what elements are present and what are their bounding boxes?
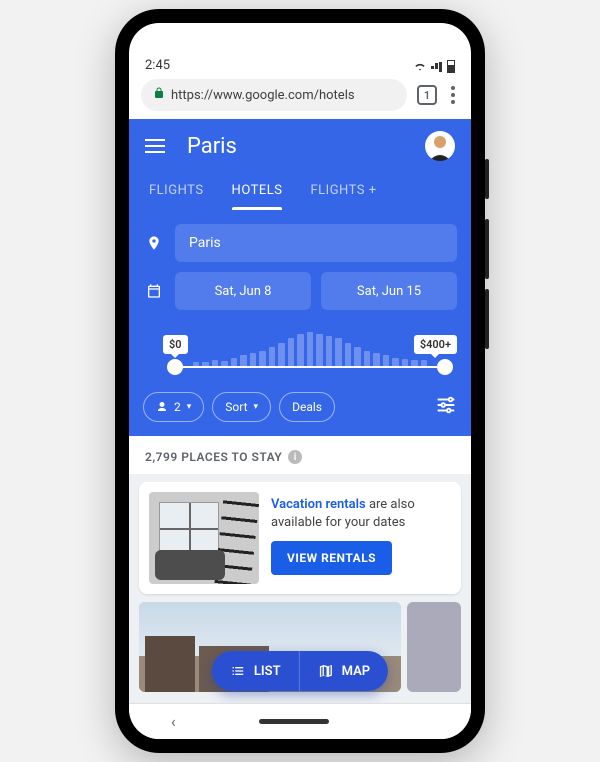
screen: 2:45 https://www.google.com/hotels 1 <box>129 23 471 739</box>
lock-icon <box>153 87 165 103</box>
destination-input[interactable]: Paris <box>175 224 457 262</box>
avatar[interactable] <box>425 131 455 161</box>
card-thumbnail <box>149 492 259 584</box>
category-tabs: FLIGHTS HOTELS FLIGHTS + HOTELS <box>129 173 471 210</box>
overflow-menu-icon[interactable] <box>447 86 459 104</box>
list-icon <box>230 663 246 679</box>
android-nav-bar: ‹ <box>129 703 471 739</box>
results-count: 2,799 PLACES TO STAY i <box>129 436 471 474</box>
search-panel: Paris Sat, Jun 8 Sat, Jun 15 <box>129 210 471 390</box>
tune-filters-icon[interactable] <box>435 394 457 420</box>
sort-chip[interactable]: Sort ▾ <box>212 392 271 422</box>
slider-min-label: $0 <box>163 335 188 354</box>
status-icons <box>413 60 455 73</box>
slider-handle-min[interactable] <box>167 359 183 375</box>
person-icon <box>156 401 168 413</box>
slider-max-label: $400+ <box>414 335 457 354</box>
card-text: Vacation rentals are also available for … <box>271 496 451 531</box>
volume-up-button <box>485 219 489 279</box>
status-time: 2:45 <box>145 58 170 73</box>
results-area: 2,799 PLACES TO STAY i Vacation rentals … <box>129 436 471 703</box>
signal-icon <box>431 62 443 72</box>
filter-chips: 2 ▾ Sort ▾ Deals <box>129 390 471 436</box>
phone-frame: 2:45 https://www.google.com/hotels 1 <box>115 9 485 753</box>
tab-flights-hotels[interactable]: FLIGHTS + HOTELS <box>296 173 378 210</box>
slider-track <box>171 366 449 368</box>
check-out-field[interactable]: Sat, Jun 15 <box>321 272 457 310</box>
check-in-field[interactable]: Sat, Jun 8 <box>175 272 311 310</box>
battery-icon <box>447 60 455 73</box>
price-histogram <box>193 332 427 366</box>
location-pin-icon <box>143 235 165 251</box>
map-view-button[interactable]: MAP <box>299 651 389 691</box>
chevron-down-icon: ▾ <box>187 402 192 412</box>
page-title: Paris <box>187 134 237 159</box>
browser-url-bar: https://www.google.com/hotels 1 <box>129 79 471 119</box>
view-rentals-button[interactable]: VIEW RENTALS <box>271 541 392 575</box>
hamburger-menu-icon[interactable] <box>145 139 165 153</box>
url-text: https://www.google.com/hotels <box>171 88 355 103</box>
map-icon <box>318 663 334 679</box>
vacation-rentals-card: Vacation rentals are also available for … <box>139 482 461 594</box>
price-slider[interactable]: $0 $400+ <box>171 320 449 380</box>
guests-chip[interactable]: 2 ▾ <box>143 392 204 422</box>
url-field[interactable]: https://www.google.com/hotels <box>141 79 407 111</box>
volume-down-button <box>485 289 489 349</box>
hotels-header: Paris FLIGHTS HOTELS FLIGHTS + HOTELS Pa… <box>129 119 471 436</box>
tab-count-button[interactable]: 1 <box>417 85 437 105</box>
wifi-icon <box>413 62 427 72</box>
status-bar: 2:45 <box>129 23 471 79</box>
view-toggle: LIST MAP <box>212 651 388 691</box>
power-button <box>485 159 489 199</box>
calendar-icon <box>143 283 165 299</box>
back-button[interactable]: ‹ <box>171 712 176 731</box>
list-view-button[interactable]: LIST <box>212 651 299 691</box>
tab-hotels[interactable]: HOTELS <box>218 173 297 210</box>
slider-handle-max[interactable] <box>437 359 453 375</box>
chevron-down-icon: ▾ <box>254 402 259 412</box>
deals-chip[interactable]: Deals <box>279 392 335 422</box>
home-pill[interactable] <box>259 719 329 724</box>
info-icon[interactable]: i <box>288 450 302 464</box>
gallery-image[interactable] <box>407 602 461 692</box>
tab-flights[interactable]: FLIGHTS <box>135 173 218 210</box>
